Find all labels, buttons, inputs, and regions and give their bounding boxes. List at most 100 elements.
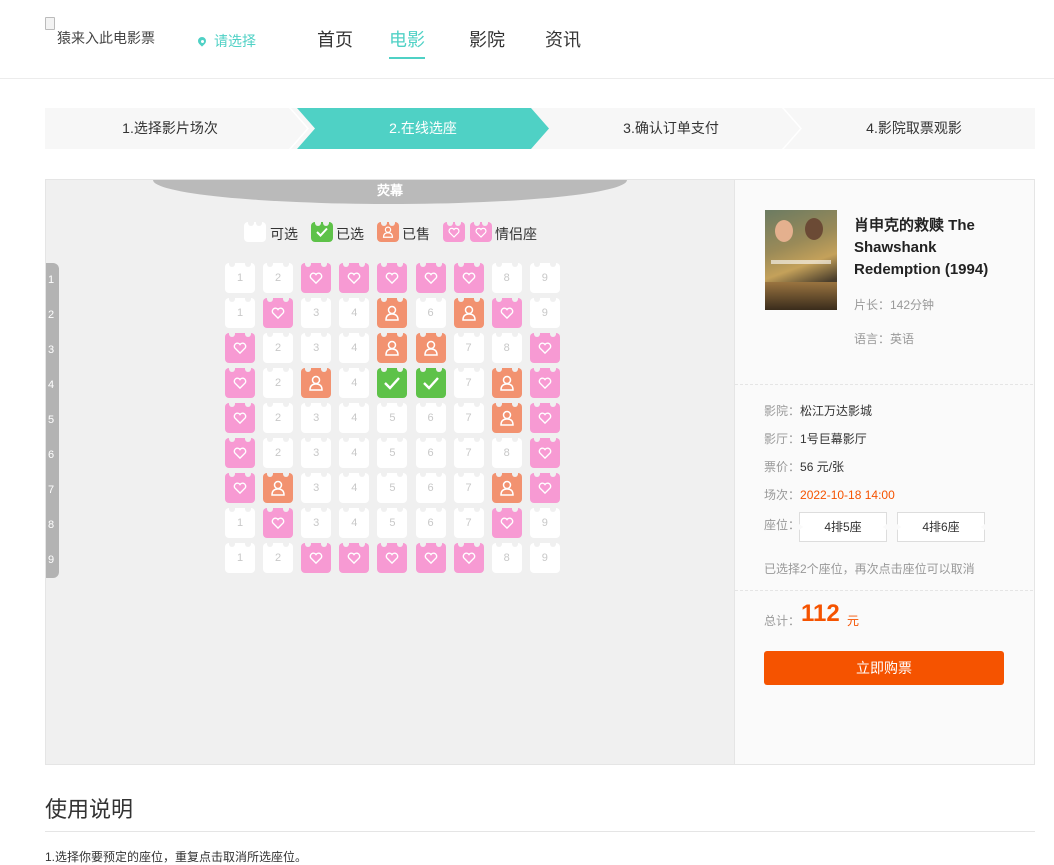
available-seat[interactable]: 6 bbox=[415, 438, 446, 468]
available-seat[interactable]: 4 bbox=[339, 508, 370, 538]
available-seat[interactable]: 5 bbox=[377, 438, 408, 468]
couple-seat[interactable] bbox=[529, 368, 560, 398]
available-seat[interactable]: 4 bbox=[339, 333, 370, 363]
available-seat[interactable]: 1 bbox=[225, 543, 255, 573]
couple-seat[interactable] bbox=[225, 368, 255, 398]
city-selector[interactable]: 请选择 bbox=[198, 31, 256, 51]
available-seat[interactable]: 6 bbox=[415, 298, 446, 328]
available-seat[interactable]: 1 bbox=[225, 508, 255, 538]
available-seat[interactable]: 4 bbox=[339, 403, 370, 433]
available-seat[interactable]: 4 bbox=[339, 438, 370, 468]
couple-seat[interactable] bbox=[377, 263, 408, 293]
seat-selection-panel: 荧幕 可选 已选 已售 情侣座 123456789 12891346923478… bbox=[45, 179, 1035, 765]
couple-seat[interactable] bbox=[529, 333, 560, 363]
cinema-label: 影院： bbox=[764, 404, 801, 418]
selected-seat-ticket[interactable]: 4排6座 bbox=[897, 512, 985, 542]
couple-seat[interactable] bbox=[491, 298, 522, 328]
couple-seat[interactable] bbox=[415, 543, 446, 573]
available-seat[interactable]: 7 bbox=[453, 368, 484, 398]
available-seat[interactable]: 2 bbox=[263, 403, 294, 433]
couple-seat[interactable] bbox=[263, 508, 294, 538]
available-seat[interactable]: 3 bbox=[301, 473, 332, 503]
couple-seat[interactable] bbox=[529, 438, 560, 468]
available-seat[interactable]: 7 bbox=[453, 508, 484, 538]
available-seat[interactable]: 9 bbox=[529, 263, 560, 293]
step-confirm-pay: 3.确认订单支付 bbox=[623, 120, 719, 136]
couple-seat[interactable] bbox=[377, 543, 408, 573]
buy-now-button[interactable]: 立即购票 bbox=[764, 651, 1004, 685]
available-seat[interactable]: 3 bbox=[301, 333, 332, 363]
available-seat[interactable]: 3 bbox=[301, 403, 332, 433]
available-seat[interactable]: 8 bbox=[491, 438, 522, 468]
broken-image-icon bbox=[45, 17, 55, 30]
nav-home[interactable]: 首页 bbox=[317, 26, 353, 59]
available-seat[interactable]: 4 bbox=[339, 368, 370, 398]
step-select-seat: 2.在线选座 bbox=[297, 108, 549, 149]
available-seat[interactable]: 3 bbox=[301, 438, 332, 468]
couple-seat[interactable] bbox=[339, 263, 370, 293]
row-number: 3 bbox=[48, 344, 55, 356]
available-seat[interactable]: 9 bbox=[529, 298, 560, 328]
row-number: 9 bbox=[48, 554, 55, 566]
couple-seat[interactable] bbox=[491, 508, 522, 538]
available-seat[interactable]: 4 bbox=[339, 473, 370, 503]
available-seat[interactable]: 2 bbox=[263, 333, 294, 363]
available-seat[interactable]: 8 bbox=[491, 543, 522, 573]
couple-seat[interactable] bbox=[453, 543, 484, 573]
available-seat[interactable]: 8 bbox=[491, 333, 522, 363]
couple-seat[interactable] bbox=[225, 473, 255, 503]
available-seat[interactable]: 9 bbox=[529, 508, 560, 538]
couple-seat[interactable] bbox=[529, 473, 560, 503]
couple-seat[interactable] bbox=[529, 403, 560, 433]
nav-cinemas[interactable]: 影院 bbox=[469, 26, 505, 59]
available-seat[interactable]: 6 bbox=[415, 508, 446, 538]
couple-seat[interactable] bbox=[301, 543, 332, 573]
available-seat[interactable]: 2 bbox=[263, 368, 294, 398]
usage-title: 使用说明 bbox=[45, 797, 134, 822]
sold-seat bbox=[453, 298, 484, 328]
nav-news[interactable]: 资讯 bbox=[545, 26, 581, 59]
available-seat[interactable]: 6 bbox=[415, 403, 446, 433]
available-seat[interactable]: 7 bbox=[453, 403, 484, 433]
couple-seat[interactable] bbox=[301, 263, 332, 293]
couple-seat[interactable] bbox=[225, 333, 255, 363]
selected-seat-icon bbox=[311, 222, 333, 242]
available-seat[interactable]: 7 bbox=[453, 438, 484, 468]
selected-seat[interactable] bbox=[415, 368, 446, 398]
available-seat[interactable]: 3 bbox=[301, 298, 332, 328]
couple-seat[interactable] bbox=[339, 543, 370, 573]
available-seat[interactable]: 7 bbox=[453, 333, 484, 363]
available-seat[interactable]: 7 bbox=[453, 473, 484, 503]
showtime-label: 场次： bbox=[764, 488, 801, 502]
couple-seat[interactable] bbox=[225, 403, 255, 433]
couple-seat[interactable] bbox=[263, 298, 294, 328]
available-seat[interactable]: 1 bbox=[225, 298, 255, 328]
couple-seat[interactable] bbox=[453, 263, 484, 293]
available-seat[interactable]: 2 bbox=[263, 263, 294, 293]
nav-movies[interactable]: 电影 bbox=[389, 26, 425, 59]
available-seat[interactable]: 9 bbox=[529, 543, 560, 573]
available-seat[interactable]: 4 bbox=[339, 298, 370, 328]
available-seat[interactable]: 3 bbox=[301, 508, 332, 538]
cinema-row: 影院：松江万达影城 bbox=[764, 402, 872, 419]
cinema-value: 松江万达影城 bbox=[800, 404, 873, 418]
selected-seat-ticket[interactable]: 4排5座 bbox=[799, 512, 887, 542]
available-seat[interactable]: 5 bbox=[377, 403, 408, 433]
hall-value: 1号巨幕影厅 bbox=[800, 432, 867, 446]
movie-poster[interactable] bbox=[765, 210, 837, 310]
couple-seat[interactable] bbox=[415, 263, 446, 293]
available-seat[interactable]: 1 bbox=[225, 263, 255, 293]
site-logo[interactable]: 猿来入此电影票 bbox=[45, 17, 165, 57]
available-seat[interactable]: 5 bbox=[377, 508, 408, 538]
sold-seat bbox=[301, 368, 332, 398]
row-number: 4 bbox=[48, 379, 55, 391]
available-seat[interactable]: 8 bbox=[491, 263, 522, 293]
couple-seat[interactable] bbox=[225, 438, 255, 468]
selected-seat[interactable] bbox=[377, 368, 408, 398]
available-seat[interactable]: 5 bbox=[377, 473, 408, 503]
legend-available-label: 可选 bbox=[270, 226, 298, 242]
available-seat[interactable]: 6 bbox=[415, 473, 446, 503]
available-seat[interactable]: 2 bbox=[263, 543, 294, 573]
movie-language: 语言：英语 bbox=[854, 332, 915, 346]
available-seat[interactable]: 2 bbox=[263, 438, 294, 468]
